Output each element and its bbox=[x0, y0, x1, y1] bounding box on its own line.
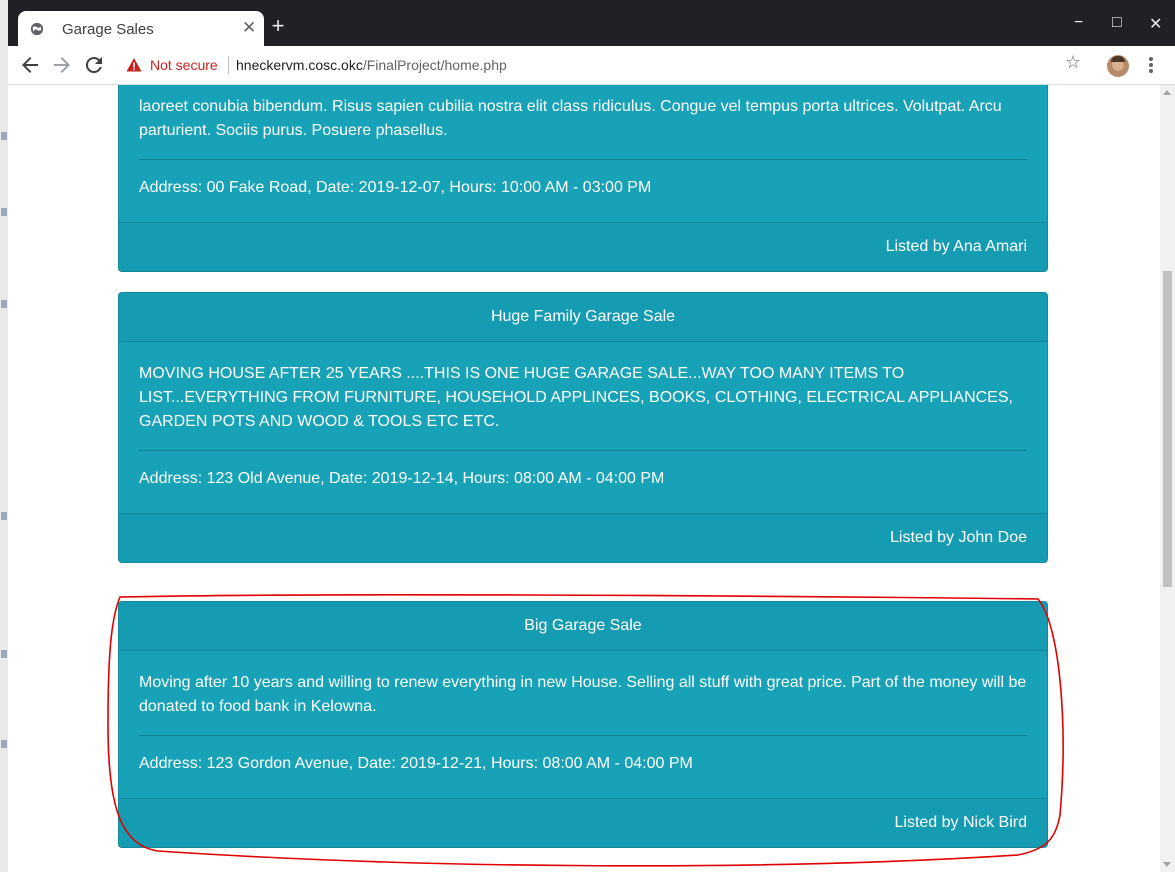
desktop-fragment bbox=[1, 300, 7, 308]
desktop-background bbox=[0, 0, 8, 872]
address-bar[interactable]: Not secure hneckervm.cosc.okc/FinalProje… bbox=[114, 50, 1102, 80]
desktop-fragment bbox=[1, 740, 7, 748]
listing-body: MOVING HOUSE AFTER 25 YEARS ....THIS IS … bbox=[119, 342, 1047, 513]
close-window-button[interactable]: ✕ bbox=[1149, 14, 1162, 34]
listing-card: laoreet conubia bibendum. Risus sapien c… bbox=[118, 85, 1048, 272]
address-divider bbox=[228, 56, 229, 74]
listing-owner: Listed by Nick Bird bbox=[119, 798, 1047, 847]
page-viewport: laoreet conubia bibendum. Risus sapien c… bbox=[8, 85, 1160, 872]
vertical-scrollbar[interactable] bbox=[1160, 85, 1175, 872]
listing-body: Moving after 10 years and willing to ren… bbox=[119, 651, 1047, 798]
browser-toolbar: Not secure hneckervm.cosc.okc/FinalProje… bbox=[8, 46, 1175, 85]
listing-details: Address: 123 Gordon Avenue, Date: 2019-1… bbox=[139, 755, 693, 772]
listing-description: MOVING HOUSE AFTER 25 YEARS ....THIS IS … bbox=[139, 365, 1013, 430]
listing-divider bbox=[139, 735, 1027, 736]
browser-tab[interactable]: Garage Sales ✕ bbox=[18, 11, 264, 46]
reload-icon bbox=[85, 57, 102, 74]
listing-card: Big Garage Sale Moving after 10 years an… bbox=[118, 601, 1048, 848]
menu-kebab-icon[interactable] bbox=[1148, 55, 1154, 75]
listing-owner: Listed by John Doe bbox=[119, 513, 1047, 562]
listing-details: Address: 123 Old Avenue, Date: 2019-12-1… bbox=[139, 470, 665, 487]
security-status[interactable]: Not secure bbox=[150, 57, 218, 73]
tab-title: Garage Sales bbox=[62, 21, 154, 38]
tab-strip: Garage Sales ✕ + − □ ✕ bbox=[8, 0, 1175, 46]
desktop-fragment bbox=[1, 512, 7, 520]
avatar-hair bbox=[1111, 56, 1125, 62]
arrow-right-icon bbox=[54, 57, 70, 73]
listing-title: Huge Family Garage Sale bbox=[119, 293, 1047, 342]
back-button[interactable] bbox=[18, 53, 42, 77]
listing-title: Big Garage Sale bbox=[119, 602, 1047, 651]
desktop-fragment bbox=[1, 208, 7, 216]
globe-icon bbox=[30, 22, 44, 36]
desktop-fragment bbox=[1, 650, 7, 658]
url-host: hneckervm.cosc.okc bbox=[236, 57, 363, 73]
url-path: /FinalProject/home.php bbox=[362, 57, 507, 73]
forward-button[interactable] bbox=[50, 53, 74, 77]
browser-window: Garage Sales ✕ + − □ ✕ Not secure hnecke… bbox=[8, 0, 1175, 872]
scrollbar-thumb[interactable] bbox=[1163, 271, 1172, 587]
scroll-up-arrow-icon[interactable] bbox=[1163, 90, 1171, 95]
minimize-button[interactable]: − bbox=[1074, 14, 1083, 32]
listing-divider bbox=[139, 159, 1027, 160]
url-text[interactable]: hneckervm.cosc.okc/FinalProject/home.php bbox=[236, 57, 507, 73]
listing-owner: Listed by Ana Amari bbox=[119, 222, 1047, 271]
listing-card: Huge Family Garage Sale MOVING HOUSE AFT… bbox=[118, 292, 1048, 563]
profile-avatar[interactable] bbox=[1107, 55, 1129, 77]
scroll-down-arrow-icon[interactable] bbox=[1163, 862, 1171, 867]
warning-icon bbox=[126, 58, 142, 72]
listing-description: laoreet conubia bibendum. Risus sapien c… bbox=[139, 98, 1002, 139]
desktop-fragment bbox=[1, 132, 7, 140]
new-tab-button[interactable]: + bbox=[267, 15, 289, 38]
close-tab-icon[interactable]: ✕ bbox=[242, 18, 256, 38]
listing-description: Moving after 10 years and willing to ren… bbox=[139, 674, 1027, 715]
arrow-left-icon bbox=[22, 57, 38, 73]
listing-details: Address: 00 Fake Road, Date: 2019-12-07,… bbox=[139, 179, 652, 196]
reload-button[interactable] bbox=[82, 53, 106, 77]
bookmark-star-icon[interactable]: ☆ bbox=[1065, 52, 1081, 73]
listing-divider bbox=[139, 450, 1027, 451]
listing-body: laoreet conubia bibendum. Risus sapien c… bbox=[119, 85, 1047, 222]
maximize-button[interactable]: □ bbox=[1112, 14, 1122, 32]
